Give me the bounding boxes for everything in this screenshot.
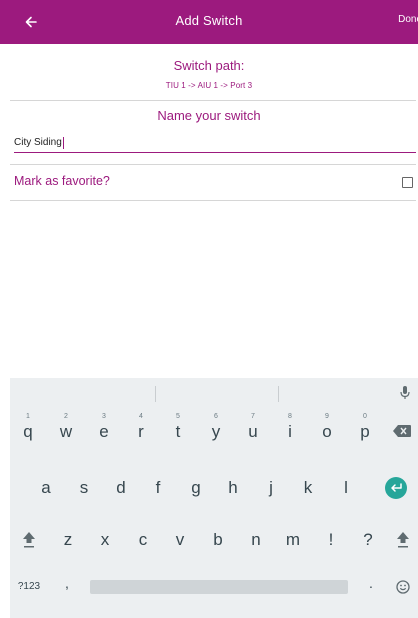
key-u[interactable]: 7 u [236, 408, 270, 448]
switch-path-value: TIU 1 -> AIU 1 -> Port 3 [165, 81, 253, 90]
divider [10, 200, 416, 201]
spacebar[interactable] [90, 580, 348, 594]
key-f[interactable]: f [141, 468, 175, 508]
shift-icon [397, 532, 409, 548]
done-button[interactable]: Done [398, 14, 418, 25]
mic-icon [400, 386, 410, 399]
shift-key-left[interactable] [16, 525, 42, 555]
key-w[interactable]: 2 w [49, 408, 83, 448]
name-switch-heading: Name your switch [157, 108, 261, 123]
favorite-checkbox[interactable] [402, 177, 413, 188]
key-h[interactable]: h [216, 468, 250, 508]
key-s[interactable]: s [67, 468, 101, 508]
key-b[interactable]: b [201, 520, 235, 560]
key-r[interactable]: 4 r [124, 408, 158, 448]
key-k[interactable]: k [291, 468, 325, 508]
shift-icon [23, 532, 35, 548]
backspace-key[interactable] [388, 418, 416, 444]
key-v[interactable]: v [163, 520, 197, 560]
switch-name-value: City Siding [14, 137, 62, 148]
suggestion-divider [155, 386, 156, 402]
enter-key[interactable] [380, 475, 412, 501]
suggestion-divider [278, 386, 279, 402]
key-q[interactable]: 1 q [11, 408, 45, 448]
page-title: Add Switch [175, 13, 243, 28]
key-y[interactable]: 6 y [199, 408, 233, 448]
key-p[interactable]: 0 p [348, 408, 382, 448]
key-a[interactable]: a [29, 468, 63, 508]
key-z[interactable]: z [51, 520, 85, 560]
backspace-icon [393, 425, 411, 437]
key-question[interactable]: ? [351, 520, 385, 560]
divider [10, 164, 416, 165]
key-c[interactable]: c [126, 520, 160, 560]
enter-icon [385, 477, 407, 499]
symbols-key[interactable]: ?123 [12, 574, 46, 598]
emoji-key[interactable] [392, 577, 414, 597]
key-comma[interactable]: , [50, 568, 84, 598]
suggestion-bar [10, 378, 418, 408]
key-e[interactable]: 3 e [87, 408, 121, 448]
key-g[interactable]: g [179, 468, 213, 508]
switch-path-heading: Switch path: [173, 58, 245, 73]
switch-name-input[interactable]: City Siding [14, 133, 416, 153]
key-n[interactable]: n [239, 520, 273, 560]
key-j[interactable]: j [254, 468, 288, 508]
key-o[interactable]: 9 o [310, 408, 344, 448]
key-exclamation[interactable]: ! [314, 520, 348, 560]
shift-key-right[interactable] [390, 525, 416, 555]
mic-button[interactable] [398, 384, 412, 402]
key-x[interactable]: x [88, 520, 122, 560]
key-i[interactable]: 8 i [273, 408, 307, 448]
text-caret [62, 136, 65, 149]
divider [10, 100, 416, 101]
key-m[interactable]: m [276, 520, 310, 560]
key-d[interactable]: d [104, 468, 138, 508]
app-bar: Add Switch Done [0, 0, 418, 44]
favorite-label: Mark as favorite? [14, 174, 110, 188]
emoji-icon [396, 580, 410, 594]
key-period[interactable]: . [354, 568, 388, 598]
key-l[interactable]: l [329, 468, 363, 508]
soft-keyboard: 1 q 2 w 3 e 4 r 5 t 6 y 7 u 8 i 9 o 0 p [10, 378, 418, 618]
key-t[interactable]: 5 t [161, 408, 195, 448]
